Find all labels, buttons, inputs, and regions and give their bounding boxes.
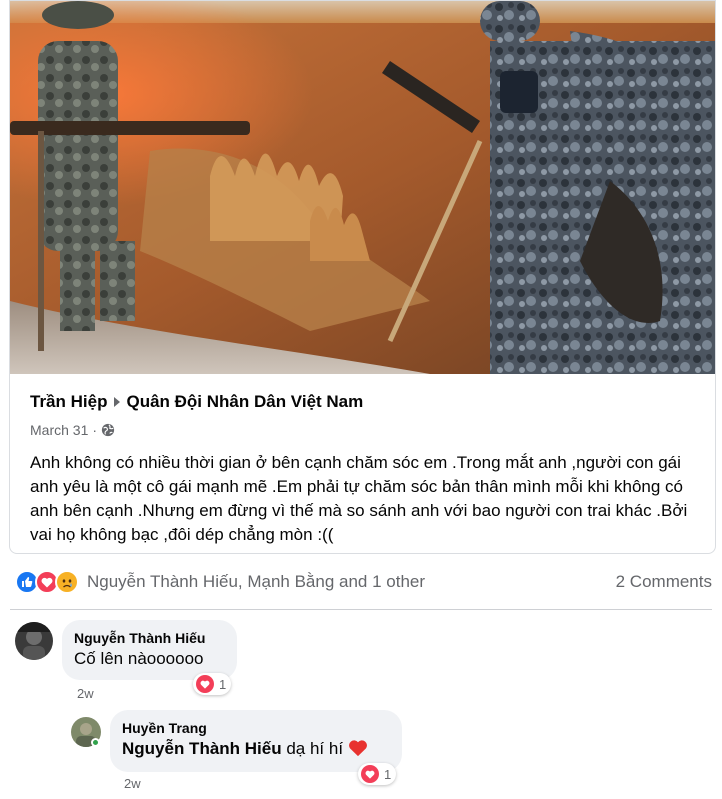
red-heart-icon (348, 740, 367, 757)
section-divider (10, 609, 712, 610)
comment-timestamp[interactable]: 2w (77, 686, 94, 701)
group-link[interactable]: Quân Đội Nhân Dân Việt Nam (126, 392, 363, 412)
reply-mention[interactable]: Nguyễn Thành Hiếu (122, 739, 282, 758)
post-header: Trần Hiệp Quân Đội Nhân Dân Việt Nam (30, 390, 695, 414)
reply-bubble: Huyền Trang Nguyễn Thành Hiếu dạ hí hí (110, 710, 402, 772)
comment-reaction-count: 1 (219, 676, 227, 692)
post-text: Anh không có nhiều thời gian ở bên cạnh … (30, 453, 688, 544)
reply-reaction-count: 1 (384, 766, 392, 782)
post-date[interactable]: March 31 (30, 422, 88, 438)
reply-text-line: Nguyễn Thành Hiếu dạ hí hí (122, 737, 390, 761)
heart-icon (361, 765, 379, 783)
comment-text: Cố lên nàoooooo (74, 649, 204, 668)
post-author-link[interactable]: Trần Hiệp (30, 392, 107, 412)
reply-reaction-badge[interactable]: 1 (358, 763, 397, 785)
sad-icon (55, 570, 79, 594)
comment-bubble: Nguyễn Thành Hiếu Cố lên nàoooooo (62, 620, 237, 680)
reply-timestamp[interactable]: 2w (124, 776, 141, 791)
shared-to-arrow-icon (114, 397, 121, 407)
online-status-dot (91, 738, 100, 747)
comment-author[interactable]: Nguyễn Thành Hiếu (74, 629, 225, 647)
commenter-avatar[interactable] (15, 622, 53, 660)
post-photo[interactable] (10, 1, 715, 374)
comment-reaction-badge[interactable]: 1 (193, 673, 232, 695)
reaction-names[interactable]: Nguyễn Thành Hiếu, Mạnh Bằng and 1 other (87, 572, 425, 592)
reply-author[interactable]: Huyền Trang (122, 719, 390, 737)
globe-icon[interactable] (101, 423, 115, 437)
reaction-summary-link[interactable]: Nguyễn Thành Hiếu, Mạnh Bằng and 1 other (15, 570, 425, 594)
shared-post-card[interactable]: Trần Hiệp Quân Đội Nhân Dân Việt Nam Mar… (9, 0, 716, 554)
post-date-line: March 31 · (30, 421, 695, 439)
reply-text: dạ hí hí (281, 739, 348, 758)
heart-icon (196, 675, 214, 693)
comments-count-link[interactable]: 2 Comments (616, 572, 712, 592)
separator-dot: · (92, 422, 98, 438)
reactions-summary: Nguyễn Thành Hiếu, Mạnh Bằng and 1 other… (15, 566, 712, 598)
post-photo-image (10, 1, 715, 374)
